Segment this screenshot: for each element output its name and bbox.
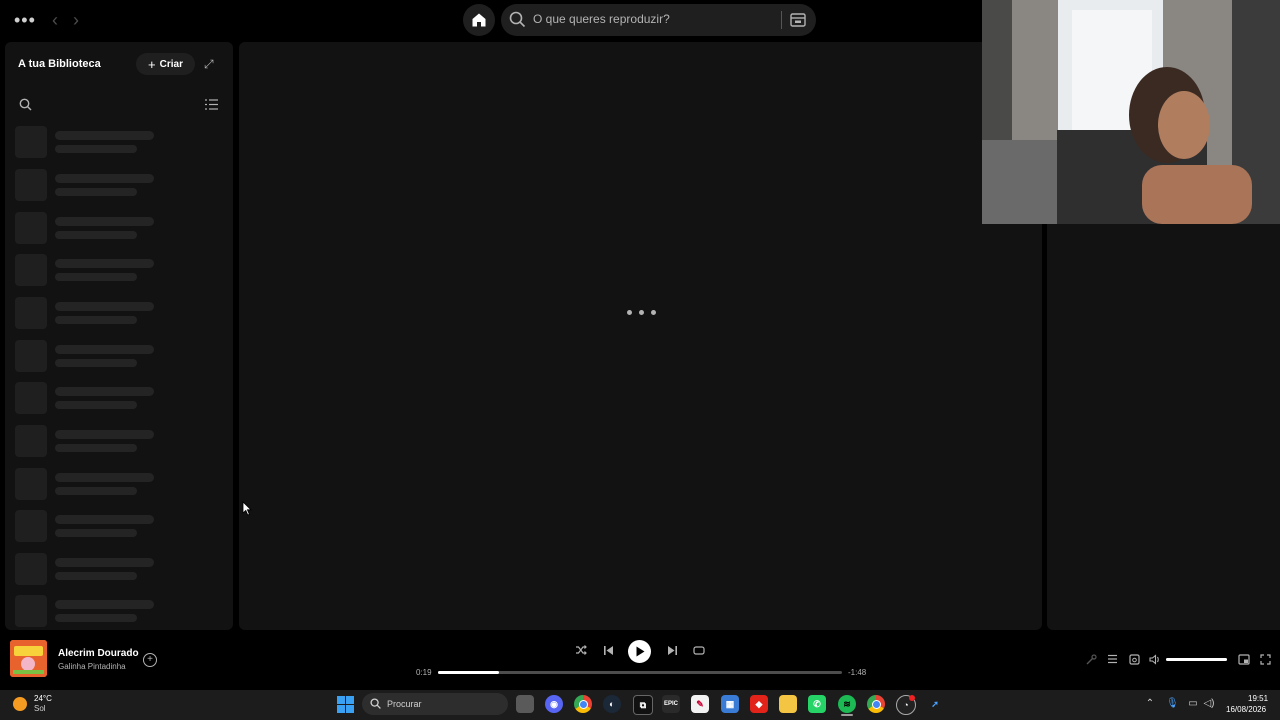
chevron-right-icon[interactable]: › bbox=[67, 11, 85, 29]
speaker-icon[interactable]: ◁) bbox=[1203, 698, 1215, 710]
library-item-skeleton bbox=[15, 297, 225, 329]
volume-slider[interactable] bbox=[1166, 658, 1227, 661]
more-dots-icon[interactable]: ••• bbox=[14, 10, 35, 30]
library-item-skeleton bbox=[15, 595, 225, 627]
search-divider bbox=[781, 11, 782, 29]
expand-icon[interactable]: ⤢ bbox=[204, 57, 214, 72]
volume-button[interactable] bbox=[1148, 653, 1162, 665]
microphone-icon bbox=[1086, 653, 1097, 664]
discord-icon[interactable]: ◉ bbox=[545, 695, 563, 713]
notification-badge bbox=[909, 695, 915, 701]
library-item-skeleton bbox=[15, 382, 225, 414]
next-button[interactable] bbox=[665, 643, 679, 657]
shuffle-button[interactable] bbox=[574, 643, 588, 657]
taskbar-search[interactable]: Procurar bbox=[362, 693, 508, 715]
progress-fill bbox=[438, 671, 499, 674]
file-explorer-icon[interactable] bbox=[779, 695, 797, 713]
chevron-left-icon[interactable]: ‹ bbox=[46, 11, 64, 29]
chevron-up-icon[interactable]: ⌃ bbox=[1144, 698, 1156, 710]
add-to-library-icon[interactable]: + bbox=[143, 653, 157, 667]
search-icon bbox=[370, 698, 381, 709]
steam-icon[interactable]: ◐ bbox=[603, 695, 621, 713]
search-icon bbox=[509, 11, 526, 28]
connect-device-button[interactable] bbox=[1127, 653, 1141, 665]
play-icon bbox=[636, 646, 644, 657]
home-icon bbox=[472, 13, 486, 27]
sun-icon[interactable] bbox=[13, 697, 27, 711]
webcam-feed bbox=[982, 0, 1280, 224]
search-bar[interactable]: O que queres reproduzir? bbox=[501, 4, 816, 36]
main-view bbox=[239, 42, 1042, 630]
shuffle-icon bbox=[576, 645, 587, 655]
library-title[interactable]: A tua Biblioteca bbox=[18, 58, 101, 70]
device-icon bbox=[1128, 653, 1140, 665]
volume-fill bbox=[1166, 658, 1227, 661]
progress-bar[interactable] bbox=[438, 671, 842, 674]
library-panel: A tua Biblioteca + Criar ⤢ bbox=[5, 42, 233, 630]
anydesk-icon[interactable]: ◆ bbox=[750, 695, 768, 713]
album-cover[interactable] bbox=[10, 640, 47, 677]
lyrics-button[interactable] bbox=[1084, 653, 1098, 665]
create-label: Criar bbox=[159, 58, 183, 70]
webcam-overlay bbox=[982, 0, 1280, 224]
library-item-skeleton bbox=[15, 169, 225, 201]
microphone-icon[interactable]: 🎙 bbox=[1166, 698, 1179, 710]
play-button[interactable] bbox=[628, 640, 651, 663]
repeat-icon bbox=[693, 645, 705, 655]
mouse-cursor-icon bbox=[242, 501, 252, 516]
app-icon[interactable]: ➚ bbox=[926, 695, 944, 713]
album-art bbox=[10, 640, 47, 677]
search-icon[interactable] bbox=[19, 98, 32, 111]
clock-date[interactable]: 16/08/2026 bbox=[1226, 705, 1266, 714]
queue-icon bbox=[1107, 654, 1117, 664]
fullscreen-icon bbox=[1259, 653, 1271, 665]
library-item-skeleton bbox=[15, 510, 225, 542]
track-artist[interactable]: Galinha Pintadinha bbox=[58, 662, 126, 671]
capcut-icon[interactable]: ⧉ bbox=[633, 695, 653, 715]
library-item-skeleton bbox=[15, 468, 225, 500]
elapsed-time: 0:19 bbox=[416, 668, 432, 677]
plus-icon: + bbox=[148, 56, 156, 72]
create-button[interactable]: + Criar bbox=[136, 53, 195, 75]
loading-indicator bbox=[627, 310, 656, 315]
chrome-profile-icon[interactable] bbox=[867, 695, 885, 713]
network-icon[interactable]: ▭ bbox=[1187, 698, 1199, 710]
previous-icon bbox=[603, 645, 613, 655]
task-view-icon[interactable] bbox=[516, 695, 534, 713]
library-item-skeleton bbox=[15, 425, 225, 457]
miniplayer-button[interactable] bbox=[1237, 653, 1251, 665]
taskbar-search-input[interactable]: Procurar bbox=[387, 699, 422, 709]
start-button[interactable] bbox=[337, 696, 354, 713]
list-view-icon[interactable] bbox=[205, 98, 218, 111]
library-item-skeleton bbox=[15, 254, 225, 286]
volume-icon bbox=[1149, 653, 1159, 665]
active-app-indicator bbox=[841, 714, 853, 716]
next-icon bbox=[667, 645, 677, 655]
chrome-icon[interactable] bbox=[574, 695, 592, 713]
library-item-skeleton bbox=[15, 212, 225, 244]
library-item-skeleton bbox=[15, 553, 225, 585]
previous-button[interactable] bbox=[601, 643, 615, 657]
fullscreen-button[interactable] bbox=[1258, 653, 1272, 665]
epic-games-icon[interactable]: EPIC bbox=[662, 695, 680, 713]
weather-temperature[interactable]: 24°C bbox=[34, 694, 52, 703]
search-input[interactable]: O que queres reproduzir? bbox=[533, 12, 670, 26]
library-item-skeleton bbox=[15, 340, 225, 372]
spotify-icon[interactable]: ≋ bbox=[838, 695, 856, 713]
library-item-skeleton bbox=[15, 126, 225, 158]
miniplayer-icon bbox=[1238, 653, 1250, 665]
repeat-button[interactable] bbox=[692, 643, 706, 657]
store-icon[interactable]: ▦ bbox=[721, 695, 739, 713]
track-title[interactable]: Alecrim Dourado bbox=[58, 648, 139, 659]
clock-time[interactable]: 19:51 bbox=[1248, 694, 1268, 703]
whatsapp-icon[interactable]: ✆ bbox=[808, 695, 826, 713]
weather-condition[interactable]: Sol bbox=[34, 704, 46, 713]
browse-icon[interactable] bbox=[789, 11, 807, 29]
home-button[interactable] bbox=[463, 4, 495, 36]
paint-icon[interactable]: ✎ bbox=[691, 695, 709, 713]
queue-button[interactable] bbox=[1105, 653, 1119, 665]
remaining-time: -1:48 bbox=[848, 668, 867, 677]
